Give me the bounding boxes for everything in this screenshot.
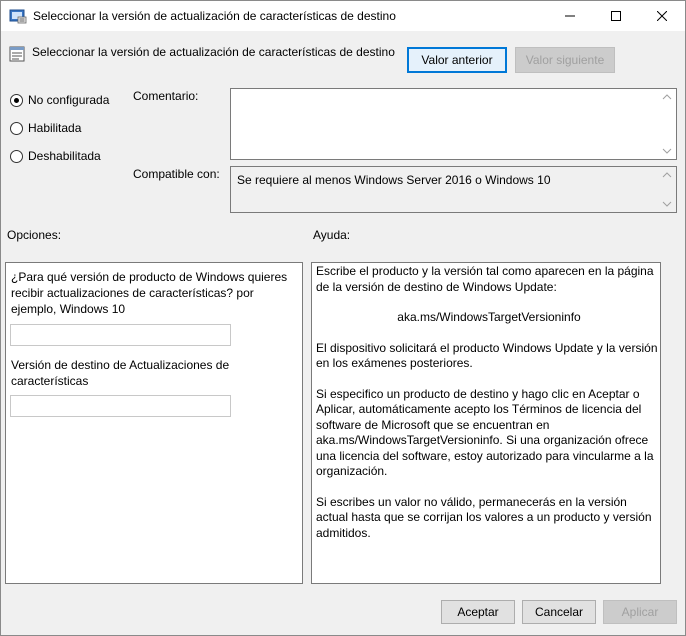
radio-indicator — [10, 149, 23, 163]
product-version-label: ¿Para qué versión de producto de Windows… — [11, 270, 288, 316]
target-version-input[interactable] — [10, 395, 231, 417]
window-title: Seleccionar la versión de actualización … — [33, 9, 396, 23]
radio-label: Habilitada — [28, 121, 82, 135]
minimize-button[interactable] — [547, 1, 593, 31]
close-icon — [657, 11, 667, 21]
comment-scrollbar[interactable] — [659, 89, 676, 159]
radio-indicator — [10, 121, 23, 135]
policy-editor-icon — [9, 9, 27, 24]
close-button[interactable] — [639, 1, 685, 31]
maximize-icon — [611, 11, 621, 21]
radio-not-configured[interactable]: No configurada — [10, 93, 109, 107]
product-version-input[interactable] — [10, 324, 231, 346]
radio-enabled[interactable]: Habilitada — [10, 121, 81, 135]
help-paragraph: Si especifico un producto de destino y h… — [316, 386, 654, 479]
title-bar: Seleccionar la versión de actualización … — [1, 1, 685, 31]
policy-title: Seleccionar la versión de actualización … — [32, 45, 395, 59]
scroll-up-icon[interactable] — [662, 172, 672, 178]
apply-button[interactable]: Aplicar — [603, 600, 677, 624]
radio-disabled[interactable]: Deshabilitada — [10, 149, 101, 163]
maximize-button[interactable] — [593, 1, 639, 31]
compatible-field: Se requiere al menos Windows Server 2016… — [230, 166, 677, 213]
compatible-scrollbar[interactable] — [659, 167, 676, 212]
ok-button[interactable]: Aceptar — [441, 600, 515, 624]
cancel-button[interactable]: Cancelar — [522, 600, 596, 624]
compatible-label: Compatible con: — [133, 167, 220, 181]
policy-dialog-window: Seleccionar la versión de actualización … — [0, 0, 686, 636]
compatible-value: Se requiere al menos Windows Server 2016… — [237, 173, 551, 187]
help-panel: Escribe el producto y la versión tal com… — [311, 262, 661, 584]
comment-label: Comentario: — [133, 89, 199, 103]
radio-label: No configurada — [28, 93, 110, 107]
help-paragraph: Escribe el producto y la versión tal com… — [316, 264, 654, 294]
scroll-down-icon[interactable] — [662, 148, 672, 154]
scroll-down-icon[interactable] — [662, 201, 672, 207]
minimize-icon — [565, 15, 575, 17]
help-label: Ayuda: — [313, 228, 351, 242]
options-label: Opciones: — [7, 228, 62, 242]
comment-textarea[interactable] — [230, 88, 677, 160]
target-version-label: Versión de destino de Actualizaciones de… — [11, 358, 230, 388]
radio-label: Deshabilitada — [28, 149, 101, 163]
scroll-up-icon[interactable] — [662, 94, 672, 100]
previous-setting-button[interactable]: Valor anterior — [407, 47, 507, 73]
options-panel: ¿Para qué versión de producto de Windows… — [5, 262, 303, 584]
help-paragraph: Si escribes un valor no válido, permanec… — [316, 494, 652, 540]
help-link: aka.ms/WindowsTargetVersioninfo — [397, 310, 581, 324]
radio-indicator — [10, 93, 23, 107]
help-paragraph: El dispositivo solicitará el producto Wi… — [316, 340, 658, 371]
next-setting-button[interactable]: Valor siguiente — [515, 47, 615, 73]
policy-setting-icon — [9, 46, 25, 62]
